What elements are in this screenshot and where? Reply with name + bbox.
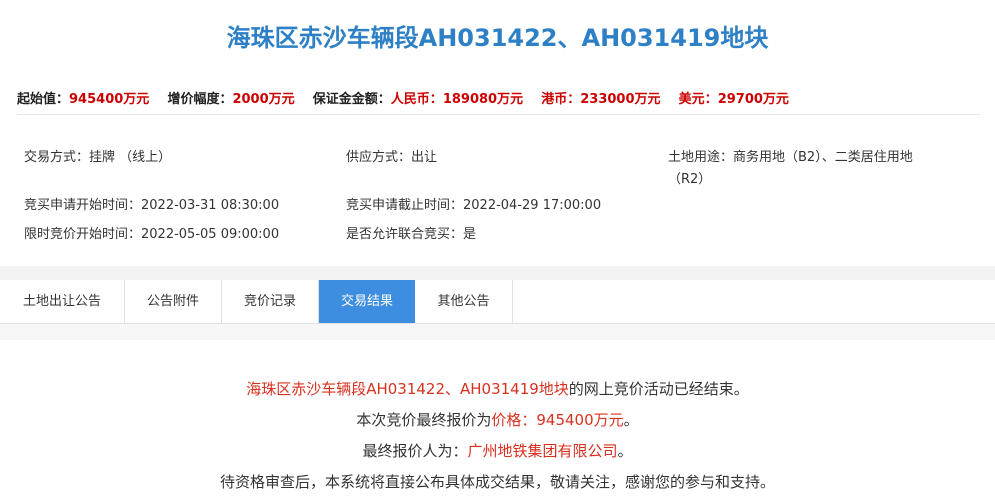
bid-start: 限时竞价开始时间：2022-05-05 09:00:00 xyxy=(24,224,279,246)
result-line-3: 最终报价人为：广州地铁集团有限公司。 xyxy=(0,440,995,461)
section-separator xyxy=(0,266,995,280)
result-line-2-suffix: 。 xyxy=(623,411,639,429)
deposit-rmb-label: 人民币： xyxy=(390,92,443,107)
final-bidder: 广州地铁集团有限公司 xyxy=(467,442,618,460)
tab-trade-result[interactable]: 交易结果 xyxy=(319,280,415,323)
trade-mode: 交易方式：挂牌 （线上） xyxy=(24,147,171,169)
apply-end: 竞买申请截止时间：2022-04-29 17:00:00 xyxy=(346,195,601,217)
trade-mode-value: 挂牌 （线上） xyxy=(89,150,172,165)
land-use: 土地用途：商务用地（B2）、二类居住用地 （R2） xyxy=(668,147,968,191)
supply-mode-value: 出让 xyxy=(411,150,438,165)
joint-bid-value: 是 xyxy=(463,227,477,242)
bid-step-value: 2000万元 xyxy=(232,92,295,107)
supply-mode-label: 供应方式： xyxy=(346,150,412,165)
start-price-label: 起始值： xyxy=(17,92,70,107)
tab-other-announcements[interactable]: 其他公告 xyxy=(415,280,513,323)
divider xyxy=(17,114,980,115)
result-line-1: 海珠区赤沙车辆段AH031422、AH031419地块的网上竞价活动已经结束。 xyxy=(0,378,995,399)
deposit-usd-label: 美元： xyxy=(678,92,718,107)
supply-mode: 供应方式：出让 xyxy=(346,147,437,169)
result-line-3-prefix: 最终报价人为： xyxy=(362,442,468,460)
result-line-3-suffix: 。 xyxy=(617,442,633,460)
deposit-usd-value: 29700万元 xyxy=(717,92,789,107)
tab-attachments[interactable]: 公告附件 xyxy=(125,280,222,323)
page-title: 海珠区赤沙车辆段AH031422、AH031419地块 xyxy=(226,24,769,52)
joint-bid: 是否允许联合竞买：是 xyxy=(346,224,476,246)
content-separator xyxy=(0,324,995,340)
final-price: 价格：945400万元 xyxy=(491,411,624,429)
bid-start-value: 2022-05-05 09:00:00 xyxy=(141,227,280,242)
joint-bid-label: 是否允许联合竞买： xyxy=(346,227,464,242)
bid-start-label: 限时竞价开始时间： xyxy=(24,227,142,242)
result-line-4: 待资格审查后，本系统将直接公布具体成交结果，敬请关注，感谢您的参与和支持。 xyxy=(219,473,775,491)
deposit-hkd-label: 港币： xyxy=(541,92,581,107)
land-use-value-cont: （R2） xyxy=(668,172,712,187)
tab-land-announcement[interactable]: 土地出让公告 xyxy=(0,280,125,323)
tab-bar: 土地出让公告 公告附件 竞价记录 交易结果 其他公告 xyxy=(0,280,995,324)
land-use-label: 土地用途： xyxy=(668,150,734,165)
result-line-1-text: 的网上竞价活动已经结束。 xyxy=(568,380,749,398)
result-line-2-prefix: 本次竞价最终报价为 xyxy=(356,411,492,429)
price-summary-bar: 起始值：945400万元 增价幅度：2000万元 保证金金额：人民币：18908… xyxy=(17,89,977,111)
apply-start-value: 2022-03-31 08:30:00 xyxy=(141,198,280,213)
land-use-value: 商务用地（B2）、二类居住用地 xyxy=(733,150,913,165)
trade-mode-label: 交易方式： xyxy=(24,150,90,165)
deposit-label: 保证金金额： xyxy=(312,92,391,107)
apply-end-label: 竞买申请截止时间： xyxy=(346,198,464,213)
bid-step-label: 增价幅度： xyxy=(167,92,233,107)
apply-start-label: 竞买申请开始时间： xyxy=(24,198,142,213)
apply-start: 竞买申请开始时间：2022-03-31 08:30:00 xyxy=(24,195,279,217)
start-price-value: 945400万元 xyxy=(69,92,150,107)
deposit-hkd-value: 233000万元 xyxy=(580,92,661,107)
apply-end-value: 2022-04-29 17:00:00 xyxy=(463,198,602,213)
tab-bid-records[interactable]: 竞价记录 xyxy=(222,280,319,323)
deposit-rmb-value: 189080万元 xyxy=(442,92,524,107)
result-line-2: 本次竞价最终报价为价格：945400万元。 xyxy=(0,409,995,430)
result-parcel-name: 海珠区赤沙车辆段AH031422、AH031419地块 xyxy=(246,380,569,398)
